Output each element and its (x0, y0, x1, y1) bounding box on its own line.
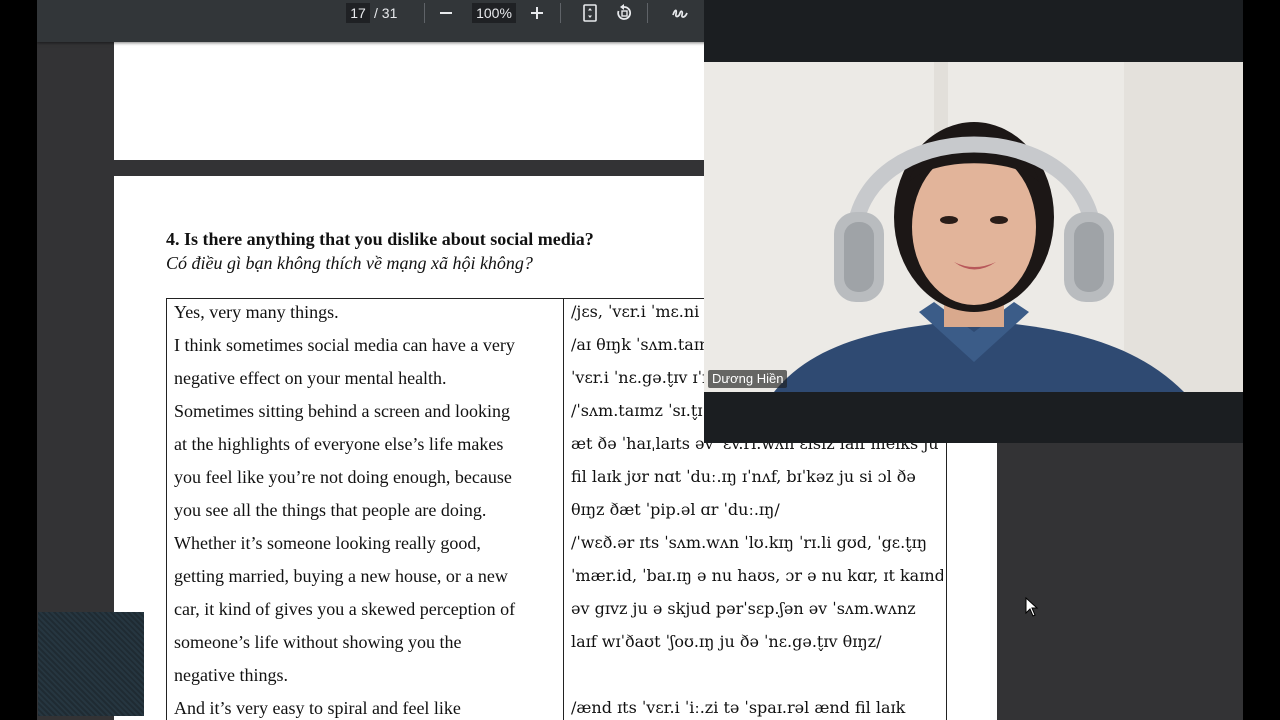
fit-page-icon (583, 4, 597, 22)
mouse-cursor-icon (1025, 597, 1039, 617)
participant-figure-icon (704, 62, 1243, 392)
zoom-level-input[interactable]: 100% (472, 3, 516, 23)
table-column-divider (563, 299, 564, 720)
toolbar-divider (424, 3, 425, 23)
english-line: getting married, buying a new house, or … (174, 566, 508, 586)
english-line: car, it kind of gives you a skewed perce… (174, 599, 516, 619)
participant-video[interactable]: Dương Hiền (704, 62, 1243, 392)
ipa-line: /ænd ɪts ˈvɛr.i ˈiː.zi tə ˈspaɪ.rəl ænd … (571, 698, 906, 717)
rotate-icon (617, 4, 632, 20)
question-subtitle: Có điều gì bạn không thích về mạng xã hộ… (166, 253, 533, 273)
participant-name-label: Dương Hiền (708, 370, 788, 388)
english-line: negative things. (174, 665, 288, 685)
english-line: at the highlights of everyone else’s lif… (174, 434, 504, 454)
page-thumbnail[interactable] (38, 612, 144, 716)
fit-page-button[interactable] (577, 1, 603, 25)
video-call-panel: Dương Hiền (704, 0, 1243, 443)
left-letterbox (0, 0, 37, 720)
zoom-in-icon (531, 7, 543, 19)
zoom-out-icon (440, 12, 452, 14)
toolbar-divider (647, 3, 648, 23)
page-number-input[interactable]: 17 (346, 3, 370, 23)
english-line: negative effect on your mental health. (174, 368, 447, 388)
ipa-line (571, 662, 943, 695)
english-line: you see all the things that people are d… (174, 500, 487, 520)
question-title: 4. Is there anything that you dislike ab… (166, 229, 594, 249)
right-letterbox (1243, 0, 1280, 720)
english-line: someone’s life without showing you the (174, 632, 462, 652)
zoom-in-button[interactable] (524, 1, 550, 25)
page-total: / 31 (374, 5, 398, 21)
ipa-line: θɪŋz ðæt ˈpip.əl ɑr ˈduː.ɪŋ/ (571, 500, 780, 519)
english-column: Yes, very many things. I think sometimes… (174, 299, 558, 720)
english-line: you feel like you’re not doing enough, b… (174, 467, 512, 487)
ipa-line: fil laɪk jʊr nɑt ˈduː.ɪŋ ɪˈnʌf, bɪˈkəz j… (571, 467, 916, 486)
english-line: Yes, very many things. (174, 302, 339, 322)
english-line: And it’s very easy to spiral and feel li… (174, 698, 461, 718)
ipa-line: əv gɪvz ju ə skjud pərˈsɛp.ʃən əv ˈsʌm.w… (571, 599, 916, 618)
annotate-icon (672, 9, 688, 18)
zoom-out-button[interactable] (433, 1, 459, 25)
toolbar-divider (560, 3, 561, 23)
ipa-line: ˈmær.id, ˈbaɪ.ɪŋ ə nu haʊs, ɔr ə nu kɑr,… (571, 566, 943, 585)
annotate-button[interactable] (667, 1, 693, 25)
english-line: Whether it’s someone looking really good… (174, 533, 481, 553)
ipa-line: /ˈwɛð.ər ɪts ˈsʌm.wʌn ˈlʊ.kɪŋ ˈrɪ.li gʊd… (571, 533, 928, 552)
english-line: Sometimes sitting behind a screen and lo… (174, 401, 510, 421)
rotate-button[interactable] (611, 1, 637, 25)
ipa-line: laɪf wɪˈðaʊt ˈʃoʊ.ɪŋ ju ðə ˈnɛ.gə.t̬ɪv θ… (571, 632, 882, 651)
english-line: I think sometimes social media can have … (174, 335, 515, 355)
